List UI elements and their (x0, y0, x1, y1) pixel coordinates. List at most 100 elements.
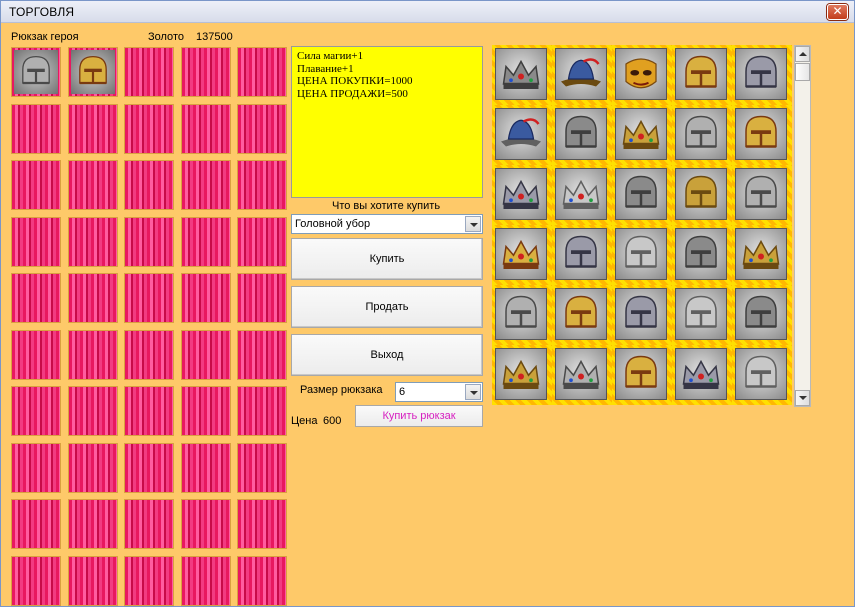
helmet-icon (735, 348, 787, 400)
shop-item-slot[interactable] (492, 165, 552, 225)
shop-item-slot[interactable] (492, 105, 552, 165)
shop-item-slot[interactable] (732, 285, 792, 345)
backpack-slot[interactable] (181, 104, 231, 154)
backpack-slot[interactable] (237, 443, 287, 493)
backpack-slot[interactable] (181, 217, 231, 267)
crown-icon (555, 168, 607, 220)
crown-icon (495, 348, 547, 400)
backpack-slot[interactable] (181, 160, 231, 210)
backpack-slot[interactable] (124, 330, 174, 380)
backpack-slot[interactable] (124, 443, 174, 493)
shop-item-slot[interactable] (552, 45, 612, 105)
backpack-slot[interactable] (124, 386, 174, 436)
backpack-slot[interactable] (237, 386, 287, 436)
backpack-slot[interactable] (237, 217, 287, 267)
scroll-down-icon[interactable] (795, 390, 810, 406)
backpack-slot[interactable] (11, 443, 61, 493)
backpack-slot[interactable] (181, 386, 231, 436)
backpack-slot[interactable] (181, 330, 231, 380)
backpack-slot[interactable] (11, 217, 61, 267)
shop-item-slot[interactable] (672, 165, 732, 225)
backpack-slot[interactable] (237, 499, 287, 549)
shop-item-slot[interactable] (612, 165, 672, 225)
helmet-icon (555, 108, 607, 160)
crown-icon (675, 348, 727, 400)
backpack-slot[interactable] (11, 386, 61, 436)
backpack-slot[interactable] (68, 330, 118, 380)
backpack-slot[interactable] (181, 47, 231, 97)
shop-item-slot[interactable] (732, 105, 792, 165)
sell-button[interactable]: Продать (291, 286, 483, 328)
shop-item-slot[interactable] (492, 45, 552, 105)
backpack-slot[interactable] (68, 47, 118, 97)
shop-item-slot[interactable] (612, 105, 672, 165)
backpack-slot[interactable] (181, 499, 231, 549)
category-select[interactable]: Головной убор (291, 214, 483, 234)
shop-item-slot[interactable] (492, 285, 552, 345)
backpack-slot[interactable] (237, 556, 287, 606)
backpack-slot[interactable] (68, 499, 118, 549)
shop-item-slot[interactable] (552, 225, 612, 285)
backpack-slot[interactable] (124, 556, 174, 606)
close-button[interactable]: ✕ (827, 4, 848, 20)
backpack-slot[interactable] (11, 330, 61, 380)
shop-item-slot[interactable] (672, 105, 732, 165)
chevron-down-icon[interactable] (465, 384, 481, 400)
shop-item-slot[interactable] (672, 285, 732, 345)
backpack-slot[interactable] (124, 160, 174, 210)
backpack-slot[interactable] (124, 273, 174, 323)
shop-item-slot[interactable] (732, 225, 792, 285)
backpack-slot[interactable] (11, 47, 61, 97)
backpack-slot[interactable] (237, 330, 287, 380)
backpack-slot[interactable] (237, 104, 287, 154)
shop-item-slot[interactable] (492, 225, 552, 285)
shop-item-slot[interactable] (672, 225, 732, 285)
exit-button[interactable]: Выход (291, 334, 483, 376)
info-line: Плавание+1 (297, 62, 354, 75)
backpack-slot[interactable] (124, 499, 174, 549)
backpack-slot[interactable] (68, 160, 118, 210)
shop-scrollbar[interactable] (794, 45, 811, 407)
backpack-slot[interactable] (124, 47, 174, 97)
shop-item-slot[interactable] (732, 165, 792, 225)
backpack-slot[interactable] (237, 273, 287, 323)
buy-backpack-button[interactable]: Купить рюкзак (355, 405, 483, 427)
backpack-slot[interactable] (68, 217, 118, 267)
backpack-slot[interactable] (68, 104, 118, 154)
backpack-slot[interactable] (11, 556, 61, 606)
shop-item-slot[interactable] (612, 345, 672, 405)
backpack-slot[interactable] (181, 273, 231, 323)
shop-item-slot[interactable] (492, 345, 552, 405)
shop-items-grid (492, 45, 792, 405)
shop-item-slot[interactable] (552, 285, 612, 345)
shop-item-slot[interactable] (612, 45, 672, 105)
backpack-slot[interactable] (237, 160, 287, 210)
backpack-slot[interactable] (237, 47, 287, 97)
backpack-slot[interactable] (124, 104, 174, 154)
shop-item-slot[interactable] (612, 225, 672, 285)
shop-item-slot[interactable] (552, 165, 612, 225)
buy-button[interactable]: Купить (291, 238, 483, 280)
shop-item-slot[interactable] (552, 105, 612, 165)
backpack-size-select[interactable]: 6 (395, 382, 483, 402)
shop-item-slot[interactable] (732, 345, 792, 405)
backpack-slot[interactable] (11, 160, 61, 210)
backpack-slot[interactable] (68, 386, 118, 436)
backpack-slot[interactable] (68, 556, 118, 606)
backpack-slot[interactable] (11, 499, 61, 549)
backpack-slot[interactable] (181, 443, 231, 493)
shop-item-slot[interactable] (672, 45, 732, 105)
backpack-slot[interactable] (68, 273, 118, 323)
shop-item-slot[interactable] (612, 285, 672, 345)
backpack-slot[interactable] (124, 217, 174, 267)
backpack-slot[interactable] (181, 556, 231, 606)
chevron-down-icon[interactable] (465, 216, 481, 232)
scroll-thumb[interactable] (795, 63, 810, 81)
shop-item-slot[interactable] (672, 345, 732, 405)
backpack-slot[interactable] (11, 273, 61, 323)
shop-item-slot[interactable] (732, 45, 792, 105)
backpack-slot[interactable] (11, 104, 61, 154)
shop-item-slot[interactable] (552, 345, 612, 405)
scroll-up-icon[interactable] (795, 46, 810, 62)
backpack-slot[interactable] (68, 443, 118, 493)
